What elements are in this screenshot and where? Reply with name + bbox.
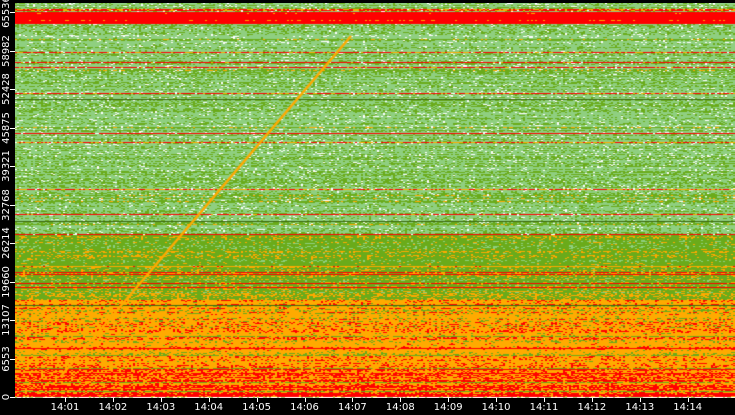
x-tick-label: 14:10	[481, 402, 511, 413]
port-time-heatmap: 0 6553 13107 19660 26214 32768 39321 45875 52428…	[0, 0, 735, 415]
x-tick-label: 14:13	[625, 402, 655, 413]
x-tick-label: 14:03	[146, 402, 176, 413]
x-tick-label: 14:04	[194, 402, 224, 413]
x-tick-label: 14:02	[98, 402, 128, 413]
x-tick-label: 14:12	[577, 402, 607, 413]
x-tick-label: 14:06	[290, 402, 319, 413]
x-tick-label: 14:14	[673, 402, 703, 413]
x-tick-label: 14:08	[385, 402, 415, 413]
y-tick-label: 65536	[1, 0, 12, 28]
x-tick-label: 14:05	[242, 402, 271, 413]
heatmap-canvas	[15, 3, 735, 398]
x-tick-label: 14:07	[337, 402, 367, 413]
x-tick-label: 14:09	[433, 402, 463, 413]
x-tick-label: 14:01	[50, 402, 80, 413]
x-tick-label: 14:11	[529, 402, 559, 413]
